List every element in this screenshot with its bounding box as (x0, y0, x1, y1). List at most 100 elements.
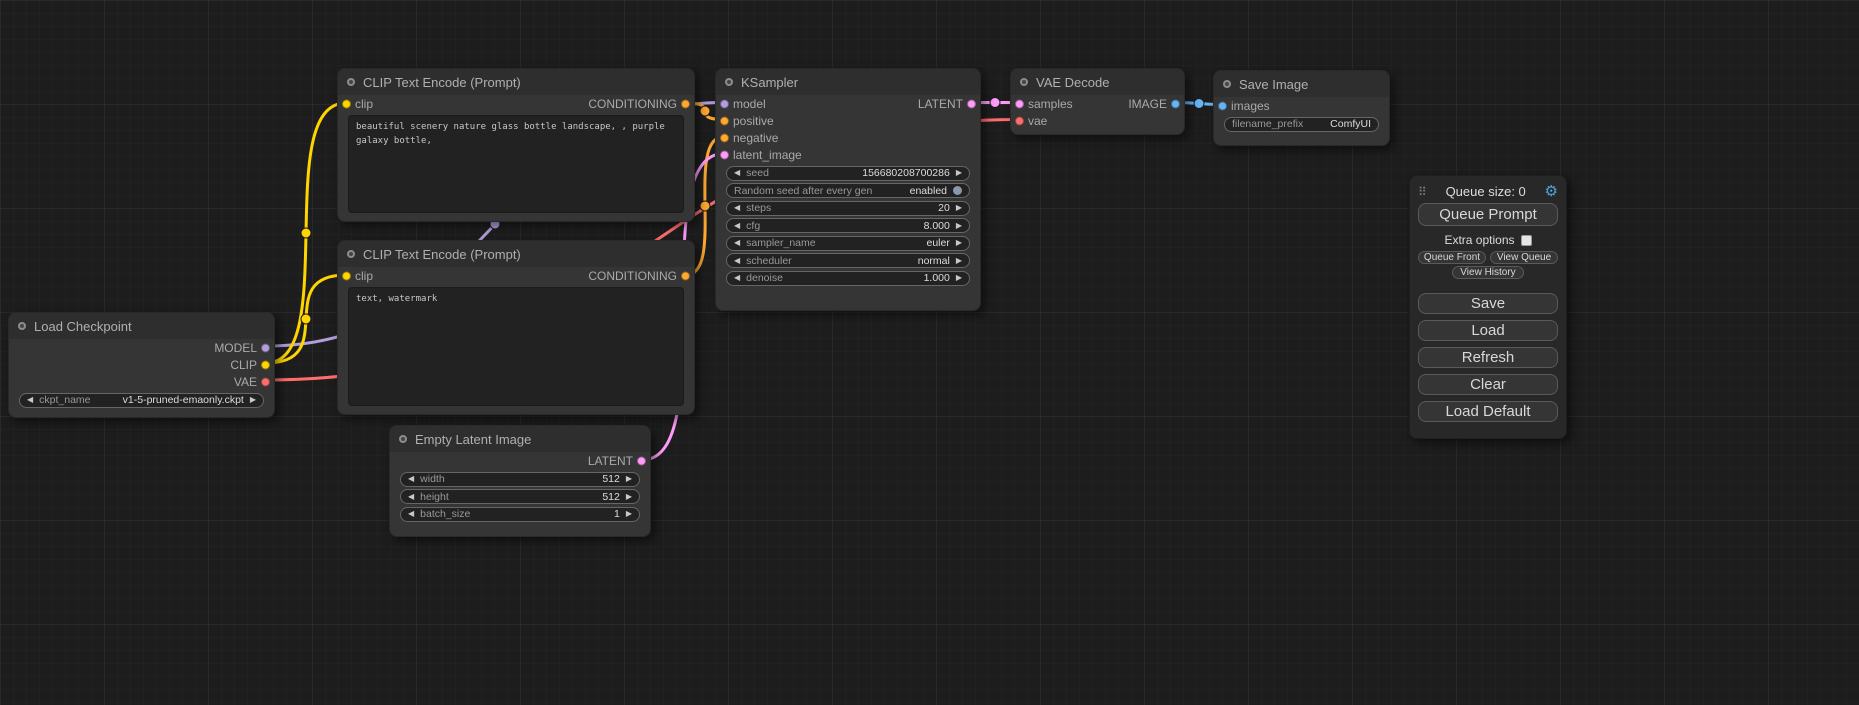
collapse-dot-icon[interactable] (1223, 80, 1231, 88)
increment-arrow-icon[interactable]: ▶ (956, 204, 962, 212)
input-label: clip (355, 269, 373, 283)
refresh-button[interactable]: Refresh (1418, 347, 1558, 368)
view-history-button[interactable]: View History (1452, 266, 1524, 279)
widget-value: 512 (602, 473, 620, 485)
decrement-arrow-icon[interactable]: ◀ (734, 169, 740, 177)
input-slot-clip[interactable] (342, 271, 351, 280)
collapse-dot-icon[interactable] (1020, 78, 1028, 86)
widget-ckpt-name[interactable]: ◀ ckpt_name v1-5-pruned-emaonly.ckpt ▶ (19, 393, 264, 408)
output-slot-model[interactable] (261, 343, 270, 352)
toggle-indicator-icon[interactable] (953, 186, 962, 195)
collapse-dot-icon[interactable] (399, 435, 407, 443)
prompt-textarea[interactable]: beautiful scenery nature glass bottle la… (348, 115, 684, 213)
increment-arrow-icon[interactable]: ▶ (250, 396, 256, 404)
queue-front-button[interactable]: Queue Front (1418, 251, 1486, 264)
widget-steps[interactable]: ◀ steps 20 ▶ (726, 201, 970, 216)
increment-arrow-icon[interactable]: ▶ (626, 475, 632, 483)
load-button[interactable]: Load (1418, 320, 1558, 341)
wire-midpoint-dot (700, 201, 710, 211)
output-slot-latent[interactable] (967, 99, 976, 108)
widget-value: v1-5-pruned-emaonly.ckpt (123, 394, 244, 406)
input-label: positive (733, 114, 774, 128)
queue-prompt-button[interactable]: Queue Prompt (1418, 203, 1558, 226)
collapse-dot-icon[interactable] (725, 78, 733, 86)
node-title: Empty Latent Image (415, 432, 531, 447)
collapse-dot-icon[interactable] (347, 250, 355, 258)
decrement-arrow-icon[interactable]: ◀ (734, 274, 740, 282)
widget-random-seed-toggle[interactable]: Random seed after every gen enabled (726, 183, 970, 198)
node-titlebar[interactable]: VAE Decode (1011, 69, 1184, 95)
prompt-textarea[interactable]: text, watermark (348, 287, 684, 406)
node-save-image[interactable]: Save Image images filename_prefix ComfyU… (1213, 70, 1390, 146)
output-label: LATENT (918, 97, 963, 111)
increment-arrow-icon[interactable]: ▶ (956, 239, 962, 247)
input-slot-images[interactable] (1218, 101, 1227, 110)
widget-scheduler[interactable]: ◀ scheduler normal ▶ (726, 253, 970, 268)
node-empty-latent-image[interactable]: Empty Latent Image LATENT ◀ width 512 ▶ … (389, 425, 651, 537)
widget-sampler-name[interactable]: ◀ sampler_name euler ▶ (726, 236, 970, 251)
decrement-arrow-icon[interactable]: ◀ (408, 475, 414, 483)
collapse-dot-icon[interactable] (18, 322, 26, 330)
decrement-arrow-icon[interactable]: ◀ (734, 239, 740, 247)
node-titlebar[interactable]: CLIP Text Encode (Prompt) (338, 241, 694, 267)
wire-midpoint-dot (1194, 99, 1204, 109)
decrement-arrow-icon[interactable]: ◀ (27, 396, 33, 404)
decrement-arrow-icon[interactable]: ◀ (734, 204, 740, 212)
output-slot-conditioning[interactable] (681, 271, 690, 280)
input-slot-vae[interactable] (1015, 116, 1024, 125)
output-slot-clip[interactable] (261, 360, 270, 369)
widget-value: 1 (614, 508, 620, 520)
increment-arrow-icon[interactable]: ▶ (956, 274, 962, 282)
increment-arrow-icon[interactable]: ▶ (956, 257, 962, 265)
decrement-arrow-icon[interactable]: ◀ (408, 493, 414, 501)
node-titlebar[interactable]: Empty Latent Image (390, 426, 650, 452)
input-slot-model[interactable] (720, 99, 729, 108)
node-clip-text-encode-negative[interactable]: CLIP Text Encode (Prompt) clip CONDITION… (337, 240, 695, 415)
increment-arrow-icon[interactable]: ▶ (626, 510, 632, 518)
widget-filename-prefix[interactable]: filename_prefix ComfyUI (1224, 117, 1379, 132)
view-queue-button[interactable]: View Queue (1490, 251, 1558, 264)
widget-cfg[interactable]: ◀ cfg 8.000 ▶ (726, 218, 970, 233)
decrement-arrow-icon[interactable]: ◀ (408, 510, 414, 518)
input-label: vae (1028, 114, 1047, 128)
input-slot-latent-image[interactable] (720, 150, 729, 159)
node-titlebar[interactable]: Save Image (1214, 71, 1389, 97)
increment-arrow-icon[interactable]: ▶ (956, 222, 962, 230)
widget-batch-size[interactable]: ◀ batch_size 1 ▶ (400, 507, 640, 522)
output-slot-conditioning[interactable] (681, 99, 690, 108)
node-titlebar[interactable]: CLIP Text Encode (Prompt) (338, 69, 694, 95)
extra-options-checkbox[interactable] (1521, 235, 1532, 246)
input-slot-clip[interactable] (342, 99, 351, 108)
widget-denoise[interactable]: ◀ denoise 1.000 ▶ (726, 271, 970, 286)
clear-button[interactable]: Clear (1418, 374, 1558, 395)
widget-width[interactable]: ◀ width 512 ▶ (400, 472, 640, 487)
decrement-arrow-icon[interactable]: ◀ (734, 257, 740, 265)
node-clip-text-encode-positive[interactable]: CLIP Text Encode (Prompt) clip CONDITION… (337, 68, 695, 222)
increment-arrow-icon[interactable]: ▶ (956, 169, 962, 177)
input-label: clip (355, 97, 373, 111)
output-slot-image[interactable] (1171, 99, 1180, 108)
widget-label: sampler_name (746, 237, 815, 249)
output-slot-vae[interactable] (261, 377, 270, 386)
widget-height[interactable]: ◀ height 512 ▶ (400, 489, 640, 504)
output-label: MODEL (214, 341, 257, 355)
node-titlebar[interactable]: KSampler (716, 69, 980, 95)
drag-handle-icon[interactable]: ⠿ (1418, 185, 1427, 199)
widget-seed[interactable]: ◀ seed 156680208700286 ▶ (726, 166, 970, 181)
node-vae-decode[interactable]: VAE Decode samples IMAGE vae (1010, 68, 1185, 135)
input-slot-samples[interactable] (1015, 99, 1024, 108)
decrement-arrow-icon[interactable]: ◀ (734, 222, 740, 230)
comfyui-canvas[interactable]: { "colors": { "model": "#B39DDB", "clip"… (0, 0, 1859, 705)
output-slot-latent[interactable] (637, 456, 646, 465)
load-default-button[interactable]: Load Default (1418, 401, 1558, 422)
node-titlebar[interactable]: Load Checkpoint (9, 313, 274, 339)
wire-midpoint-dot (301, 314, 311, 324)
settings-gear-icon[interactable]: ⚙ (1545, 184, 1558, 199)
increment-arrow-icon[interactable]: ▶ (626, 493, 632, 501)
input-slot-positive[interactable] (720, 116, 729, 125)
input-slot-negative[interactable] (720, 133, 729, 142)
node-ksampler[interactable]: KSampler model LATENT positive negative … (715, 68, 981, 311)
node-load-checkpoint[interactable]: Load Checkpoint MODEL CLIP VAE ◀ ckpt_na… (8, 312, 275, 418)
save-button[interactable]: Save (1418, 293, 1558, 314)
collapse-dot-icon[interactable] (347, 78, 355, 86)
